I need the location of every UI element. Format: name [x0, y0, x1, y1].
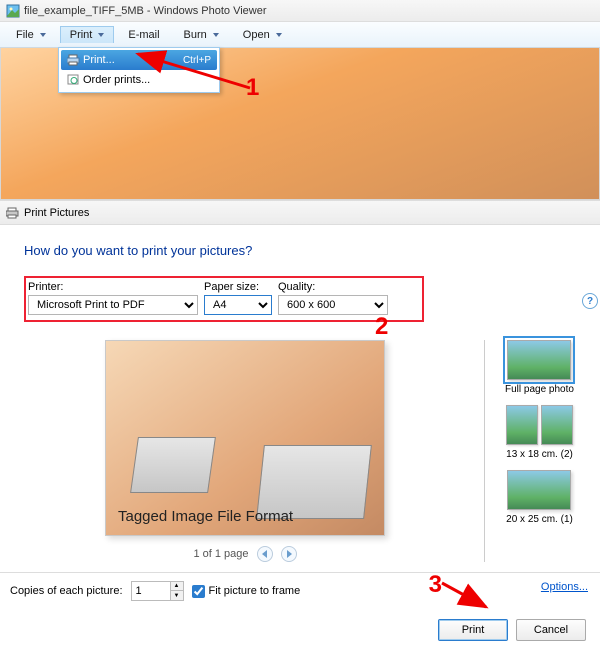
fit-frame-checkbox[interactable]: Fit picture to frame — [192, 585, 301, 598]
page-indicator: 1 of 1 page — [193, 548, 248, 560]
quality-label: Quality: — [278, 281, 388, 293]
annotation-arrow-1 — [128, 36, 258, 96]
help-icon[interactable]: ? — [582, 293, 598, 309]
window-title: file_example_TIFF_5MB - Windows Photo Vi… — [24, 5, 267, 17]
prev-page-button[interactable] — [257, 546, 273, 562]
printer-select[interactable]: Microsoft Print to PDF — [28, 295, 198, 315]
annotation-3: 3 — [429, 571, 442, 599]
copies-down[interactable]: ▼ — [171, 591, 183, 600]
layout-thumb — [506, 405, 574, 445]
menubar: File Print E-mail Burn Open — [0, 22, 600, 48]
printer-icon — [65, 52, 83, 68]
menu-file[interactable]: File — [6, 26, 56, 44]
copies-input[interactable] — [132, 582, 170, 600]
print-button[interactable]: Print — [438, 619, 508, 641]
paper-label: Paper size: — [204, 281, 272, 293]
dialog-titlebar: Print Pictures — [0, 201, 600, 225]
photo-viewer-window: file_example_TIFF_5MB - Windows Photo Vi… — [0, 0, 600, 200]
preview-area: Tagged Image File Format 1 of 1 page — [24, 340, 466, 562]
copies-label: Copies of each picture: — [10, 585, 123, 597]
app-icon — [6, 4, 20, 18]
print-dialog: Print Pictures How do you want to print … — [0, 200, 600, 651]
annotation-arrow-3 — [438, 579, 494, 613]
dialog-footer: Copies of each picture: ▲ ▼ Fit picture … — [0, 572, 600, 611]
cancel-button[interactable]: Cancel — [516, 619, 586, 641]
caret-down-icon — [40, 33, 46, 37]
annotation-1: 1 — [246, 74, 259, 102]
layout-thumb — [507, 340, 571, 380]
preview-laptop — [130, 437, 216, 493]
menu-print[interactable]: Print — [60, 26, 115, 43]
copies-spinner[interactable]: ▲ ▼ — [131, 581, 184, 601]
layout-13x18[interactable]: 13 x 18 cm. (2) — [506, 405, 574, 460]
printer-icon — [6, 206, 20, 220]
preview-caption: Tagged Image File Format — [106, 498, 384, 535]
order-prints-icon — [65, 72, 83, 88]
caret-down-icon — [98, 33, 104, 37]
paper-select[interactable]: A4 — [204, 295, 272, 315]
caret-down-icon — [276, 33, 282, 37]
annotation-2: 2 — [375, 313, 388, 341]
preview-page: Tagged Image File Format — [105, 340, 385, 536]
printer-settings-row: Printer: Microsoft Print to PDF Paper si… — [24, 276, 424, 322]
fit-frame-input[interactable] — [192, 585, 205, 598]
dialog-question: How do you want to print your pictures? — [24, 243, 582, 258]
layout-20x25[interactable]: 20 x 25 cm. (1) — [506, 470, 573, 525]
action-row: Print Cancel — [0, 611, 600, 651]
dialog-title: Print Pictures — [24, 207, 89, 219]
layout-list[interactable]: Full page photo 13 x 18 cm. (2) 20 x 25 … — [484, 340, 582, 562]
options-link[interactable]: Options... — [541, 581, 588, 593]
next-page-button[interactable] — [281, 546, 297, 562]
copies-up[interactable]: ▲ — [171, 582, 183, 591]
layout-thumb — [507, 470, 571, 510]
layout-full-page[interactable]: Full page photo — [505, 340, 574, 395]
titlebar: file_example_TIFF_5MB - Windows Photo Vi… — [0, 0, 600, 22]
quality-select[interactable]: 600 x 600 — [278, 295, 388, 315]
printer-label: Printer: — [28, 281, 198, 293]
